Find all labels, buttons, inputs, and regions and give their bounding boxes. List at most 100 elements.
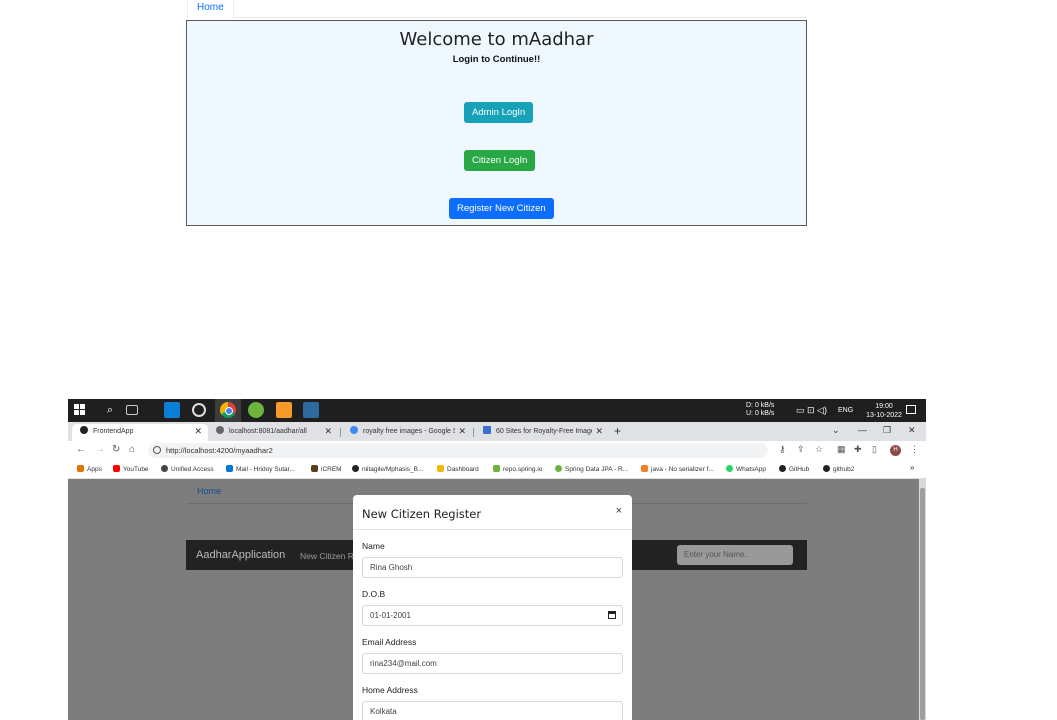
modal-title: New Citizen Register	[362, 507, 482, 521]
spring-icon	[555, 465, 562, 472]
clock-time: 19:00	[875, 403, 893, 410]
home-icon[interactable]: ⌂	[129, 444, 135, 455]
qr-icon[interactable]: ▦	[837, 444, 846, 455]
bookmark-youtube[interactable]: YouTube	[113, 465, 149, 473]
icrem-icon	[311, 465, 318, 472]
bookmark-icrem[interactable]: iCREM	[311, 465, 342, 473]
tab-royalty-free[interactable]: 60 Sites for Royalty-Free Images ✕	[475, 424, 609, 441]
bookmark-spring-data[interactable]: Spring Data JPA - R...	[555, 465, 628, 473]
github-icon	[823, 465, 830, 472]
vscode-icon[interactable]	[164, 402, 180, 418]
browser-toolbar: ← → ↻ ⌂ http://localhost:4200/myaadhar2 …	[68, 441, 926, 460]
close-window-icon[interactable]: ✕	[908, 425, 916, 436]
nav-home-link[interactable]: Home	[187, 0, 234, 18]
bar-chart-icon	[483, 426, 491, 434]
welcome-card: Welcome to mAadhar Login to Continue!! A…	[186, 20, 807, 226]
register-modal: New Citizen Register × Name Rina Ghosh D…	[353, 495, 632, 720]
dob-label: D.O.B	[362, 589, 386, 599]
spring-tool-icon[interactable]	[248, 402, 264, 418]
share-icon[interactable]: ⇪	[797, 444, 805, 455]
citizen-login-button[interactable]: Citizen LogIn	[464, 150, 536, 171]
bookmark-unified-access[interactable]: Unified Access	[161, 465, 214, 473]
new-tab-icon[interactable]: +	[614, 424, 621, 438]
globe-icon	[161, 465, 168, 472]
bookmarks-bar: Apps YouTube Unified Access Mail - Hrido…	[68, 460, 926, 479]
tab-search-icon[interactable]: ⌄	[832, 425, 840, 436]
tab-separator	[473, 428, 474, 437]
system-icons[interactable]: ▭ ⊡ ◁)	[796, 405, 827, 416]
navbar-link-new-citizen[interactable]: New Citizen R	[300, 551, 354, 561]
forward-icon[interactable]: →	[95, 444, 105, 455]
search-icon[interactable]: ⌕	[102, 402, 118, 418]
address-bar[interactable]: http://localhost:4200/myaadhar2	[148, 443, 768, 458]
tab-google-search[interactable]: royalty free images - Google Sea ✕	[342, 424, 472, 441]
bookmark-whatsapp[interactable]: WhatsApp	[726, 465, 766, 473]
bookmark-repo-spring[interactable]: repo.spring.io	[493, 465, 542, 473]
tab-frontendapp[interactable]: FrontendApp ✕	[72, 424, 208, 441]
admin-login-button[interactable]: Admin LogIn	[464, 102, 534, 123]
extensions-icon[interactable]: ✚	[854, 444, 862, 455]
profile-avatar[interactable]: H	[890, 445, 901, 456]
bookmark-apps[interactable]: Apps	[77, 465, 102, 473]
sublime-text-icon[interactable]	[276, 402, 292, 418]
register-citizen-button[interactable]: Register New Citizen	[449, 198, 554, 219]
github-icon	[352, 465, 359, 472]
bookmark-java-serializer[interactable]: java - No serializer f...	[641, 465, 714, 473]
close-tab-icon[interactable]: ✕	[455, 424, 466, 439]
outlook-icon	[226, 465, 233, 472]
calendar-icon[interactable]	[608, 611, 616, 619]
github-icon	[779, 465, 786, 472]
spring-icon	[493, 465, 500, 472]
bookmark-mail[interactable]: Mail - Hridoy Sutar...	[226, 465, 295, 473]
bookmark-niitagile[interactable]: niitagile/Mphasis_B...	[352, 465, 423, 473]
settings-icon[interactable]	[192, 403, 206, 417]
page-scrollbar[interactable]	[919, 479, 926, 720]
google-icon	[350, 426, 358, 434]
close-icon[interactable]: ×	[616, 505, 622, 517]
close-tab-icon[interactable]: ✕	[194, 424, 202, 439]
key-icon[interactable]: ⚷	[779, 444, 786, 455]
dob-value: 01-01-2001	[370, 611, 411, 620]
restore-icon[interactable]: ❐	[883, 425, 891, 436]
language-indicator[interactable]: ENG	[838, 407, 853, 414]
close-tab-icon[interactable]: ✕	[592, 424, 603, 439]
reload-icon[interactable]: ↻	[112, 444, 120, 455]
chrome-icon[interactable]	[220, 402, 236, 418]
taskbar: ⌕ D: 0 kB/s U: 0 kB/s ▭ ⊡ ◁) ENG 19:00 1…	[68, 399, 926, 422]
clock[interactable]: 19:00 13-10-2022	[864, 402, 904, 420]
side-panel-icon[interactable]: ▯	[872, 444, 877, 455]
desktop-screenshot: ⌕ D: 0 kB/s U: 0 kB/s ▭ ⊡ ◁) ENG 19:00 1…	[68, 399, 926, 720]
name-search-input[interactable]: Enter your Name..	[677, 545, 793, 565]
menu-icon[interactable]: ⋮	[910, 444, 919, 455]
apps-grid-icon	[77, 465, 84, 472]
bookmark-github[interactable]: GitHub	[779, 465, 809, 473]
back-icon[interactable]: ←	[76, 444, 86, 455]
net-up: U: 0 kB/s	[746, 410, 775, 417]
navbar-brand[interactable]: AadharApplication	[196, 549, 285, 561]
bookmark-star-icon[interactable]: ☆	[815, 444, 823, 455]
name-field[interactable]: Rina Ghosh	[362, 557, 623, 578]
top-nav-bar: Home	[187, 0, 807, 18]
site-info-icon[interactable]	[153, 446, 161, 454]
whatsapp-icon	[726, 465, 733, 472]
minimize-icon[interactable]: —	[858, 425, 867, 435]
globe-icon	[216, 426, 224, 434]
more-bookmarks-icon[interactable]: »	[910, 463, 914, 472]
database-app-icon[interactable]	[303, 402, 319, 418]
dob-field[interactable]: 01-01-2001	[362, 605, 623, 626]
task-view-icon[interactable]	[126, 405, 138, 415]
address-label: Home Address	[362, 685, 418, 695]
address-field[interactable]: Kolkata	[362, 701, 623, 720]
windows-start-icon[interactable]	[74, 404, 86, 416]
clock-date: 13-10-2022	[866, 412, 902, 419]
notification-icon[interactable]	[906, 405, 916, 414]
bookmark-dashboard[interactable]: Dashboard	[437, 465, 479, 473]
bookmark-github2[interactable]: github2	[823, 465, 854, 473]
email-label: Email Address	[362, 637, 417, 647]
tab-localhost-aadhar[interactable]: localhost:8081/aadhar/all ✕	[208, 424, 338, 441]
close-tab-icon[interactable]: ✕	[324, 424, 332, 439]
page-subtitle: Login to Continue!!	[452, 54, 541, 65]
url-text: http://localhost:4200/myaadhar2	[166, 446, 273, 455]
browser-tab-strip: FrontendApp ✕ localhost:8081/aadhar/all ✕ …	[68, 422, 926, 441]
email-field[interactable]: rina234@mail.com	[362, 653, 623, 674]
